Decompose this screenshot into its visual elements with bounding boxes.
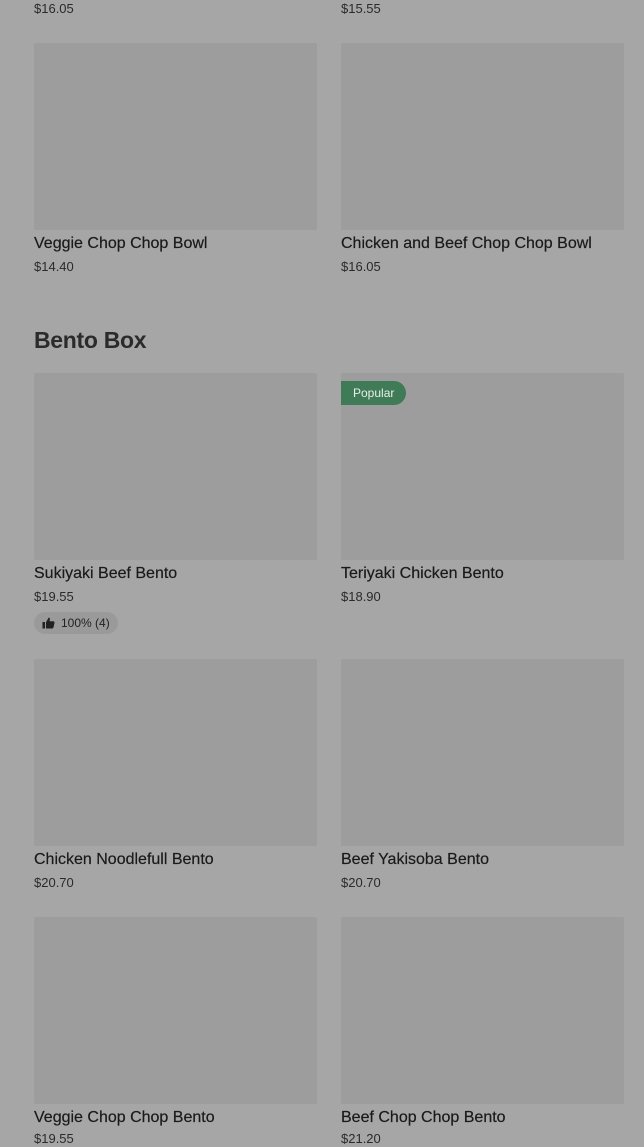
rating-text: 100% (4): [61, 616, 110, 630]
item-name: Teriyaki Chicken Bento: [341, 565, 504, 582]
item-image[interactable]: [34, 43, 317, 230]
rating-badge: 100% (4): [34, 612, 118, 634]
item-price: $15.55: [341, 1, 381, 16]
item-image[interactable]: [341, 43, 624, 230]
thumbs-up-icon: [42, 617, 55, 629]
item-price: $20.70: [341, 875, 381, 890]
item-name: Beef Chop Chop Bento: [341, 1109, 506, 1126]
item-image[interactable]: [341, 917, 624, 1104]
section-title: Bento Box: [34, 327, 147, 353]
item-name: Sukiyaki Beef Bento: [34, 565, 178, 582]
item-price: $16.05: [341, 259, 381, 274]
popular-badge: Popular: [341, 381, 407, 405]
item-price: $19.55: [34, 589, 74, 604]
item-image[interactable]: [34, 917, 317, 1104]
item-name: Chicken and Beef Chop Chop Bowl: [341, 235, 592, 252]
item-price: $14.40: [34, 259, 74, 274]
item-name: Veggie Chop Chop Bento: [34, 1109, 215, 1126]
item-name: Chicken Noodlefull Bento: [34, 851, 214, 868]
item-price: $16.05: [34, 1, 74, 16]
item-price: $21.20: [341, 1131, 381, 1146]
item-image[interactable]: [34, 373, 317, 560]
item-name: Veggie Chop Chop Bowl: [34, 235, 208, 252]
item-image[interactable]: [34, 659, 317, 846]
item-price: $18.90: [341, 589, 381, 604]
item-name: Beef Yakisoba Bento: [341, 851, 489, 868]
item-image[interactable]: [341, 659, 624, 846]
item-price: $20.70: [34, 875, 74, 890]
item-price: $19.55: [34, 1131, 74, 1146]
